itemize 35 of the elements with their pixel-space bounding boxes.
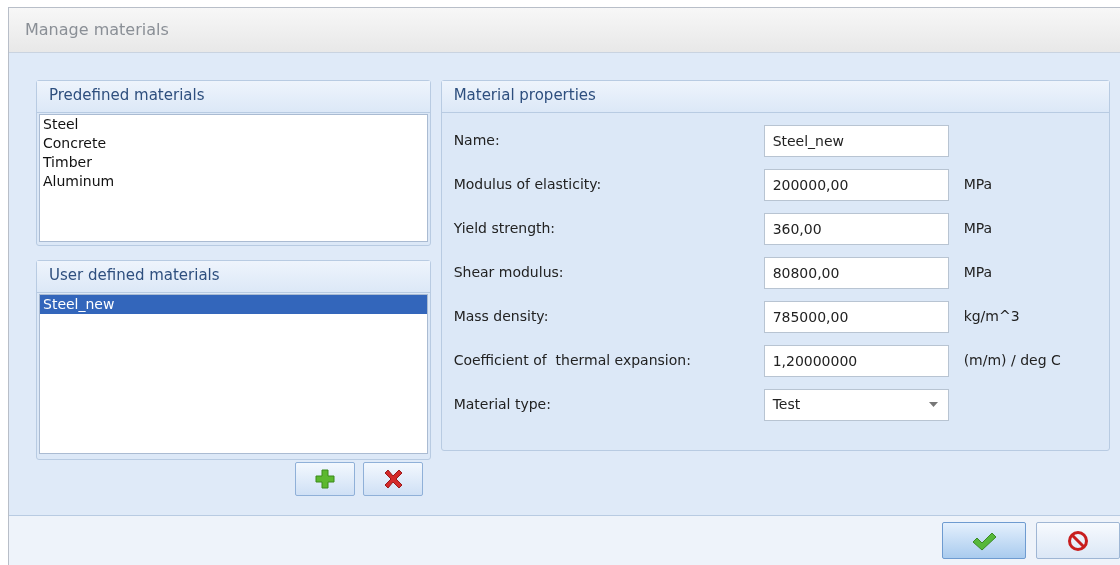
list-item[interactable]: Timber	[40, 152, 427, 172]
unit-label: MPa	[963, 219, 993, 238]
panel-title: User defined materials	[49, 266, 220, 284]
field-label: Yield strength:	[453, 219, 557, 238]
list-item[interactable]: Steel	[40, 114, 427, 134]
input-field[interactable]: 785000,00	[763, 300, 949, 333]
field-label: Shear modulus:	[453, 263, 565, 282]
field-label: Coefficient of thermal expansion:	[453, 351, 692, 370]
input-field[interactable]: 200000,00	[763, 168, 949, 201]
unit-label: MPa	[963, 175, 993, 194]
list-item[interactable]: Aluminum	[40, 171, 427, 191]
field-label: Name:	[453, 131, 501, 150]
delete-button[interactable]	[362, 462, 423, 496]
input-field[interactable]: 1,20000000	[763, 344, 949, 377]
input-field[interactable]: Steel_new	[763, 124, 949, 157]
input-field[interactable]: 80800,00	[763, 256, 949, 289]
list-item[interactable]: Concrete	[40, 133, 427, 153]
unit-label: (m/m) / deg C	[963, 351, 1061, 370]
panel-title: Material properties	[453, 86, 596, 104]
field-label: Mass density:	[453, 307, 550, 326]
input-field[interactable]: 360,00	[763, 212, 949, 245]
window-title: Manage materials	[25, 19, 169, 41]
list-item[interactable]: Steel_new	[40, 294, 427, 314]
field-label: Modulus of elasticity:	[453, 175, 603, 194]
caret-icon	[928, 402, 938, 407]
plus-icon	[313, 468, 336, 490]
dropdown[interactable]: Test	[763, 388, 949, 421]
unit-label: MPa	[963, 263, 993, 282]
add-button[interactable]	[294, 462, 355, 496]
cancel-button[interactable]	[1036, 522, 1120, 559]
unit-label: kg/m^3	[963, 307, 1020, 326]
no-entry-icon	[1067, 529, 1089, 552]
field-label: Material type:	[453, 395, 552, 414]
check-icon	[971, 530, 997, 551]
panel-title: Predefined materials	[49, 86, 205, 104]
